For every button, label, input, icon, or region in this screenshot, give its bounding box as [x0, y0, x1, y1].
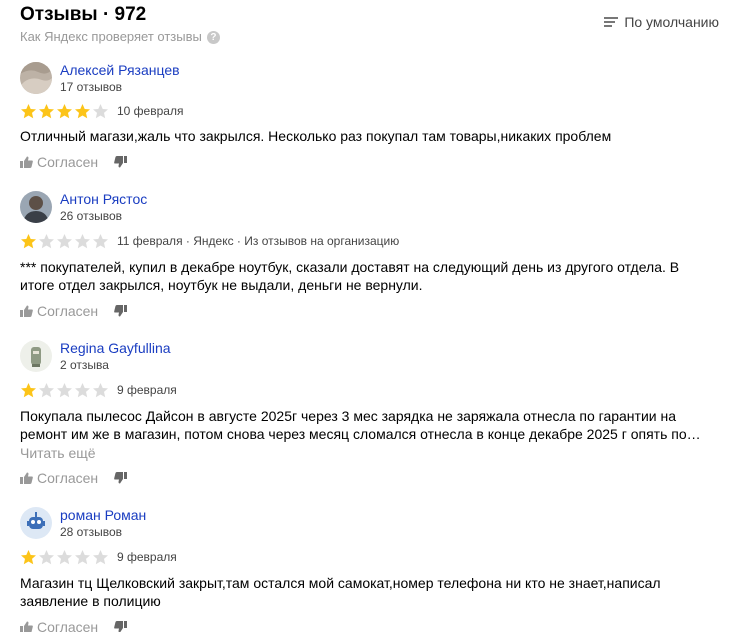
author-review-count: 28 отзывов	[60, 525, 123, 539]
read-more-link[interactable]: Читать ещё	[20, 445, 96, 461]
review-item: Антон Рястос 26 отзывов 11 февраля · Янд…	[20, 191, 710, 321]
star-empty-icon	[57, 549, 72, 564]
thumbs-down-icon	[114, 305, 128, 317]
reviews-title: Отзывы · 972	[20, 4, 147, 25]
thumbs-down-icon	[114, 156, 128, 168]
rating-stars	[20, 103, 110, 120]
thumbs-up-icon	[20, 305, 33, 317]
author-name[interactable]: Regina Gayfullina	[60, 340, 171, 356]
author-name[interactable]: роман Роман	[60, 507, 146, 523]
star-empty-icon	[93, 549, 108, 564]
thumbs-up-icon	[20, 472, 33, 484]
star-empty-icon	[75, 233, 90, 248]
agree-button[interactable]: Согласен	[20, 303, 98, 319]
agree-label: Согласен	[37, 303, 99, 319]
reviews-header: Отзывы · 972 Как Яндекс проверяет отзывы…	[20, 4, 719, 48]
review-meta: 11 февраля · Яндекс · Из отзывов на орга…	[117, 234, 400, 248]
review-item: Алексей Рязанцев 17 отзывов 10 февраля О…	[20, 62, 710, 174]
star-empty-icon	[75, 382, 90, 397]
star-filled-icon	[21, 549, 36, 564]
agree-label: Согласен	[37, 154, 99, 170]
verification-link[interactable]: Как Яндекс проверяет отзывы ?	[20, 29, 220, 45]
agree-button[interactable]: Согласен	[20, 470, 98, 486]
star-empty-icon	[93, 382, 108, 397]
star-empty-icon	[57, 233, 72, 248]
author-review-count: 26 отзывов	[60, 209, 123, 223]
agree-button[interactable]: Согласен	[20, 154, 98, 170]
author-review-count: 2 отзыва	[60, 358, 109, 372]
sort-label: По умолчанию	[624, 14, 719, 30]
rating-stars	[20, 382, 110, 399]
avatar[interactable]	[20, 62, 52, 94]
agree-button[interactable]: Согласен	[20, 619, 98, 632]
review-text: Магазин тц Щелковский закрыт,там остался…	[20, 575, 661, 609]
review-item: роман Роман 28 отзывов 9 февраля Магазин…	[20, 507, 710, 632]
star-filled-icon	[21, 382, 36, 397]
review-text: *** покупателей, купил в декабре ноутбук…	[20, 259, 680, 293]
review-date: 9 февраля	[117, 383, 177, 397]
star-filled-icon	[21, 103, 36, 118]
dislike-button[interactable]	[114, 472, 128, 484]
star-empty-icon	[57, 382, 72, 397]
avatar[interactable]	[20, 507, 52, 539]
sort-dropdown[interactable]: По умолчанию	[604, 14, 719, 30]
review-text: Покупала пылесос Дайсон в августе 2025г …	[20, 408, 701, 442]
agree-label: Согласен	[37, 619, 99, 632]
review-text: Отличный магази,жаль что закрылся. Неско…	[20, 128, 612, 144]
review-item: Regina Gayfullina 2 отзыва 9 февраля Пок…	[20, 340, 710, 488]
author-name[interactable]: Алексей Рязанцев	[60, 62, 180, 78]
star-filled-icon	[21, 233, 36, 248]
star-empty-icon	[39, 382, 54, 397]
thumbs-up-icon	[20, 621, 33, 632]
author-review-count: 17 отзывов	[60, 80, 123, 94]
star-empty-icon	[75, 549, 90, 564]
dislike-button[interactable]	[114, 305, 128, 317]
star-empty-icon	[93, 103, 108, 118]
star-filled-icon	[39, 103, 54, 118]
thumbs-up-icon	[20, 156, 33, 168]
thumbs-down-icon	[114, 621, 128, 632]
star-filled-icon	[57, 103, 72, 118]
dislike-button[interactable]	[114, 156, 128, 168]
star-empty-icon	[93, 233, 108, 248]
verification-label: Как Яндекс проверяет отзывы	[20, 29, 202, 44]
review-date: 10 февраля	[117, 104, 184, 118]
thumbs-down-icon	[114, 472, 128, 484]
sort-icon	[604, 16, 619, 28]
rating-stars	[20, 549, 110, 566]
help-icon[interactable]: ?	[206, 30, 220, 44]
avatar[interactable]	[20, 340, 52, 372]
star-empty-icon	[39, 549, 54, 564]
agree-label: Согласен	[37, 470, 99, 486]
review-date: 9 февраля	[117, 550, 177, 564]
dislike-button[interactable]	[114, 621, 128, 632]
avatar[interactable]	[20, 191, 52, 223]
star-filled-icon	[75, 103, 90, 118]
author-name[interactable]: Антон Рястос	[60, 191, 147, 207]
rating-stars	[20, 233, 110, 250]
star-empty-icon	[39, 233, 54, 248]
